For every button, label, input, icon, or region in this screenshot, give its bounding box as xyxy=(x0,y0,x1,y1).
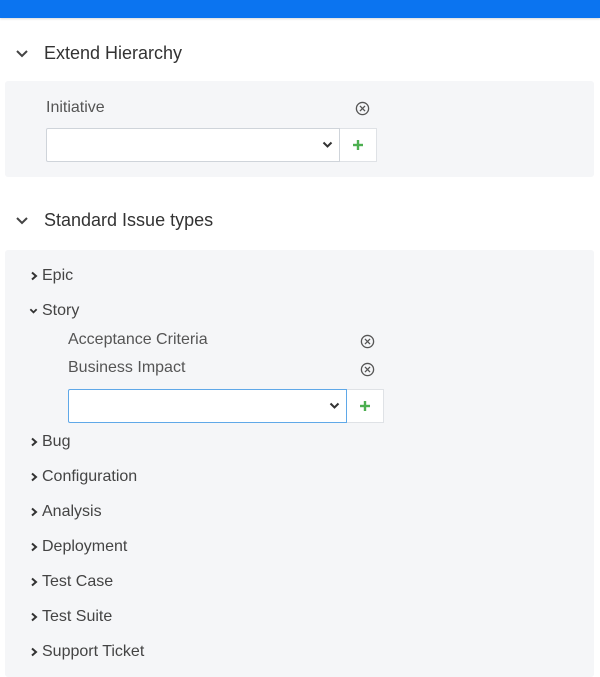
chevron-down-icon xyxy=(14,46,30,62)
top-app-bar xyxy=(0,0,600,18)
tree-item-support-ticket[interactable]: Support Ticket xyxy=(29,643,144,661)
tree-item-deployment[interactable]: Deployment xyxy=(29,538,127,556)
extend-hierarchy-panel: Initiative xyxy=(5,81,594,177)
extend-hierarchy-header[interactable]: Extend Hierarchy xyxy=(14,43,182,64)
standard-issue-types-panel: Epic Story Acceptance Criteria Business … xyxy=(5,250,594,677)
chevron-right-icon xyxy=(29,647,38,657)
plus-icon xyxy=(360,401,370,411)
tree-item-label: Test Case xyxy=(42,573,114,590)
story-field-select[interactable] xyxy=(68,389,347,423)
tree-item-label: Story xyxy=(42,302,80,319)
initiative-select[interactable] xyxy=(46,128,340,162)
tree-item-configuration[interactable]: Configuration xyxy=(29,468,137,486)
tree-item-label: Configuration xyxy=(42,468,138,485)
tree-item-label: Test Suite xyxy=(42,608,113,625)
select-chevron-icon xyxy=(322,141,333,148)
chevron-down-icon xyxy=(14,213,30,229)
chevron-right-icon xyxy=(29,271,38,281)
chevron-right-icon xyxy=(29,437,38,447)
add-initiative-button[interactable] xyxy=(340,128,377,162)
remove-circle-icon xyxy=(355,101,369,115)
add-story-field-button[interactable] xyxy=(347,389,384,423)
standard-issue-types-title: Standard Issue types xyxy=(44,210,214,230)
business-impact-label: Business Impact xyxy=(68,359,186,376)
tree-item-label: Deployment xyxy=(42,538,128,555)
remove-acceptance-criteria-button[interactable] xyxy=(359,333,375,349)
extend-hierarchy-title: Extend Hierarchy xyxy=(44,43,183,63)
tree-item-label: Bug xyxy=(42,433,71,450)
remove-initiative-button[interactable] xyxy=(354,100,370,116)
chevron-right-icon xyxy=(29,472,38,482)
chevron-right-icon xyxy=(29,612,38,622)
acceptance-criteria-label: Acceptance Criteria xyxy=(68,331,208,348)
chevron-right-icon xyxy=(29,542,38,552)
tree-item-analysis[interactable]: Analysis xyxy=(29,503,102,521)
standard-issue-types-header[interactable]: Standard Issue types xyxy=(14,210,213,231)
remove-circle-icon xyxy=(360,334,374,348)
tree-item-label: Analysis xyxy=(42,503,102,520)
plus-icon xyxy=(353,140,363,150)
chevron-down-icon xyxy=(29,306,38,316)
tree-item-story[interactable]: Story xyxy=(29,302,79,320)
chevron-right-icon xyxy=(29,577,38,587)
tree-item-label: Epic xyxy=(42,267,74,284)
tree-item-test-case[interactable]: Test Case xyxy=(29,573,113,591)
initiative-label: Initiative xyxy=(46,99,105,116)
tree-item-label: Support Ticket xyxy=(42,643,145,660)
tree-item-test-suite[interactable]: Test Suite xyxy=(29,608,112,626)
story-field-select-group xyxy=(68,389,384,423)
tree-item-bug[interactable]: Bug xyxy=(29,433,70,451)
remove-business-impact-button[interactable] xyxy=(359,361,375,377)
initiative-select-group xyxy=(46,128,377,162)
tree-item-epic[interactable]: Epic xyxy=(29,267,73,285)
select-chevron-icon xyxy=(329,402,340,409)
remove-circle-icon xyxy=(360,362,374,376)
chevron-right-icon xyxy=(29,507,38,517)
